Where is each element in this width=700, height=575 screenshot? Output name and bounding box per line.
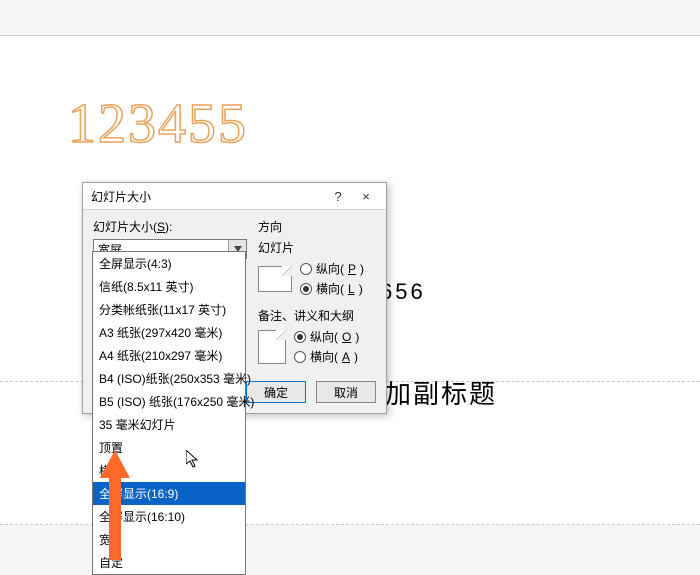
radio-icon [294, 351, 306, 363]
radio-icon [300, 263, 312, 275]
radio-notes-landscape[interactable]: 横向(A) [294, 348, 359, 365]
mouse-cursor-icon [186, 450, 200, 468]
orientation-group-slides-label: 幻灯片 [258, 239, 376, 256]
annotation-arrow-icon [95, 450, 135, 560]
dropdown-option[interactable]: B4 (ISO)纸张(250x353 毫米) [93, 367, 245, 390]
cancel-button[interactable]: 取消 [316, 381, 376, 403]
radio-notes-portrait[interactable]: 纵向(O) [294, 328, 359, 345]
orientation-group-notes-label: 备注、讲义和大纲 [258, 307, 376, 324]
orientation-group-notes: 纵向(O) 横向(A) [258, 328, 376, 365]
dialog-title: 幻灯片大小 [91, 188, 324, 205]
orientation-group-slides: 纵向(P) 横向(L) [258, 260, 376, 297]
dropdown-option[interactable]: 信纸(8.5x11 英寸) [93, 275, 245, 298]
dropdown-option[interactable]: B5 (ISO) 纸张(176x250 毫米) [93, 390, 245, 413]
radio-slides-portrait[interactable]: 纵向(P) [300, 260, 364, 277]
radio-slides-landscape[interactable]: 横向(L) [300, 280, 364, 297]
ok-button[interactable]: 确定 [246, 381, 306, 403]
help-button[interactable]: ? [324, 186, 352, 206]
dialog-title-bar[interactable]: 幻灯片大小 ? × [83, 183, 386, 210]
slide-subtitle-placeholder: 加副标题 [385, 374, 497, 411]
radio-icon [294, 331, 306, 343]
dropdown-option[interactable]: 35 毫米幻灯片 [93, 413, 245, 436]
dropdown-option[interactable]: A4 纸张(210x297 毫米) [93, 344, 245, 367]
orientation-heading: 方向 [258, 218, 376, 235]
close-button[interactable]: × [352, 186, 380, 206]
page-landscape-icon [258, 266, 292, 292]
radio-icon [300, 283, 312, 295]
size-field-label: 幻灯片大小(S): [93, 218, 248, 235]
dropdown-option[interactable]: 分类帐纸张(11x17 英寸) [93, 298, 245, 321]
page-portrait-icon [258, 330, 286, 364]
dropdown-option[interactable]: A3 纸张(297x420 毫米) [93, 321, 245, 344]
dropdown-option[interactable]: 全屏显示(4:3) [93, 252, 245, 275]
slide-title: 123455 [68, 92, 248, 156]
